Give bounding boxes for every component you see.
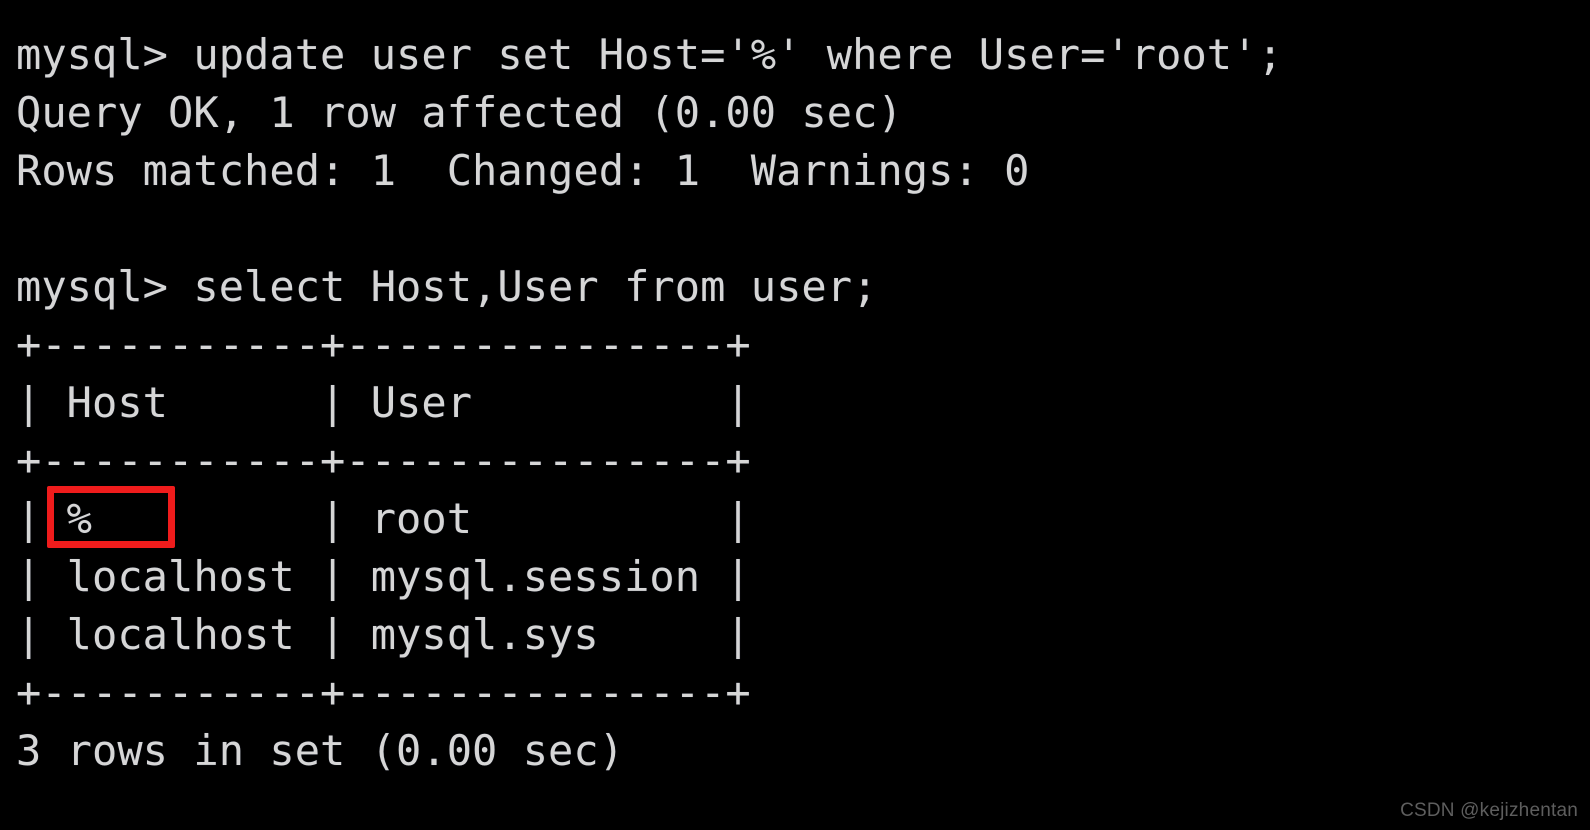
terminal-line-select-statement: mysql> select Host,User from user; [16, 262, 878, 311]
watermark-label: CSDN @kejizhentan [1400, 800, 1578, 821]
result-table-top-border: +-----------+---------------+ [16, 320, 751, 369]
result-table-row: | % | root | [16, 494, 751, 543]
result-table-row: | localhost | mysql.sys | [16, 610, 751, 659]
result-table-header-row: | Host | User | [16, 378, 751, 427]
result-table-bottom-border: +-----------+---------------+ [16, 668, 751, 717]
result-table-header-separator: +-----------+---------------+ [16, 436, 751, 485]
terminal-line-update-summary: Rows matched: 1 Changed: 1 Warnings: 0 [16, 146, 1030, 195]
result-table-row: | localhost | mysql.session | [16, 552, 751, 601]
terminal-window[interactable]: mysql> update user set Host='%' where Us… [0, 0, 1590, 830]
terminal-line-update-statement: mysql> update user set Host='%' where Us… [16, 30, 1283, 79]
terminal-line-row-count: 3 rows in set (0.00 sec) [16, 726, 625, 775]
terminal-line-update-result: Query OK, 1 row affected (0.00 sec) [16, 88, 903, 137]
